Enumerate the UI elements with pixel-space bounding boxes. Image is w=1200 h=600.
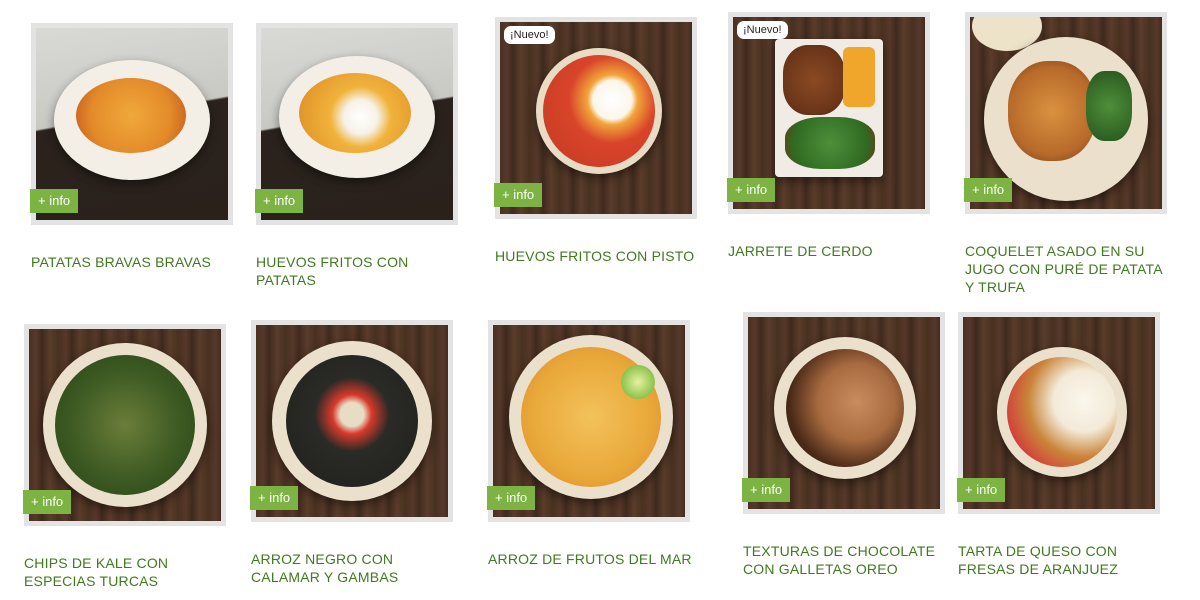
dish-photo-frame[interactable]: + info	[30, 23, 233, 225]
dish-photo-frame[interactable]: ¡Nuevo! + info	[727, 12, 930, 214]
info-button[interactable]: + info	[742, 478, 791, 502]
new-badge: ¡Nuevo!	[737, 21, 788, 39]
dish-title[interactable]: JARRETE DE CERDO	[728, 242, 938, 260]
info-button[interactable]: + info	[255, 189, 304, 213]
dish-photo-frame[interactable]: + info	[23, 324, 226, 526]
info-button[interactable]: + info	[30, 189, 79, 213]
dish-title[interactable]: CHIPS DE KALE CON ESPECIAS TURCAS	[24, 554, 214, 590]
info-button[interactable]: + info	[957, 478, 1006, 502]
dish-photo-frame[interactable]: ¡Nuevo! + info	[494, 17, 697, 219]
info-button[interactable]: + info	[964, 178, 1013, 202]
dish-photo-frame[interactable]: + info	[250, 320, 453, 522]
dish-title[interactable]: HUEVOS FRITOS CON PATATAS	[256, 253, 446, 289]
dish-photo-frame[interactable]: + info	[255, 23, 458, 225]
dish-photo-frame[interactable]: + info	[742, 312, 945, 514]
info-button[interactable]: + info	[250, 486, 299, 510]
dish-photo-frame[interactable]: + info	[957, 312, 1160, 514]
info-button[interactable]: + info	[487, 486, 536, 510]
dish-title[interactable]: TARTA DE QUESO CON FRESAS DE ARANJUEZ	[958, 542, 1158, 578]
dish-title[interactable]: HUEVOS FRITOS CON PISTO	[495, 247, 705, 265]
info-button[interactable]: + info	[23, 490, 72, 514]
info-button[interactable]: + info	[727, 178, 776, 202]
dish-title[interactable]: ARROZ DE FRUTOS DEL MAR	[488, 550, 698, 568]
dish-title[interactable]: PATATAS BRAVAS BRAVAS	[31, 253, 241, 271]
dish-photo-frame[interactable]: + info	[487, 320, 690, 522]
new-badge: ¡Nuevo!	[504, 26, 555, 44]
info-button[interactable]: + info	[494, 183, 543, 207]
dish-title[interactable]: COQUELET ASADO EN SU JUGO CON PURÉ DE PA…	[965, 242, 1175, 296]
dish-title[interactable]: TEXTURAS DE CHOCOLATE CON GALLETAS OREO	[743, 542, 943, 578]
dish-title[interactable]: ARROZ NEGRO CON CALAMAR Y GAMBAS	[251, 550, 451, 586]
dish-photo-frame[interactable]: + info	[964, 12, 1167, 214]
